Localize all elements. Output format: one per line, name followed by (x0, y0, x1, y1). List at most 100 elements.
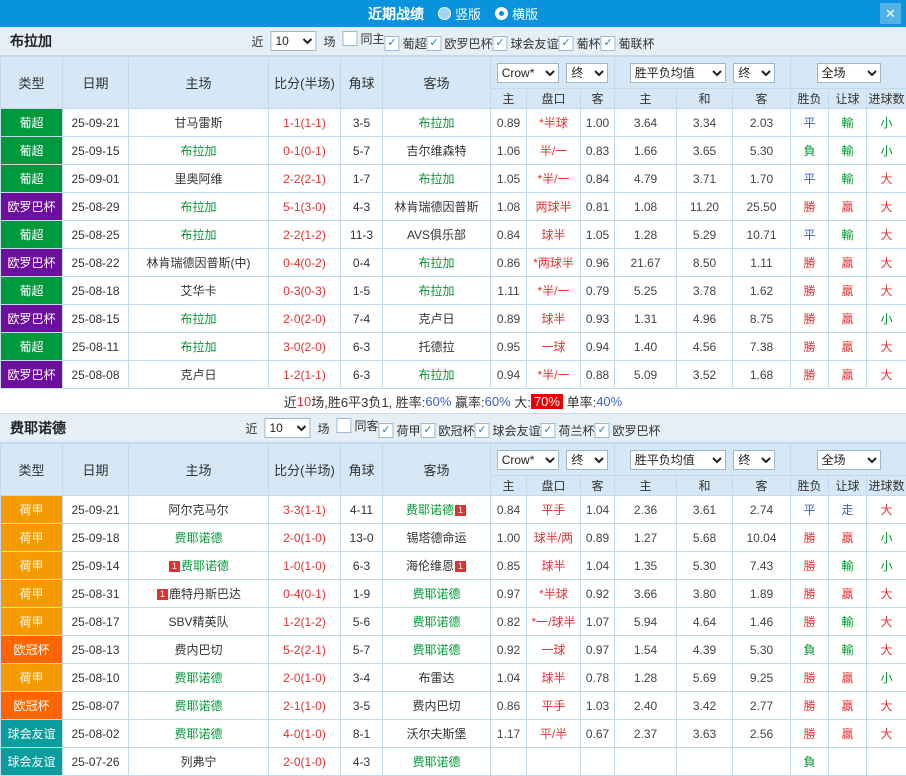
filter-label: 球会友谊 (511, 35, 559, 52)
asian-home-odds: 0.84 (491, 221, 527, 249)
score-cell: 1-1(1-1) (269, 109, 341, 137)
date-cell: 25-07-26 (63, 748, 129, 776)
league-cell: 欧罗巴杯 (1, 193, 63, 221)
wdl-average-select[interactable]: 胜平负均值 (630, 450, 726, 470)
filter-checkbox-葡联杯[interactable]: ✓葡联杯 (601, 35, 655, 52)
recent-count-select[interactable]: 10 (270, 31, 316, 51)
euro-home-odds: 21.67 (615, 249, 677, 277)
euro-draw-odds: 3.52 (677, 361, 733, 389)
team-name-text: 布拉加 (418, 172, 454, 186)
checkbox-icon[interactable]: ✓ (384, 36, 399, 51)
checkbox-icon[interactable]: ✓ (421, 423, 436, 438)
layout-radio-horizontal[interactable]: 横版 (495, 4, 538, 23)
fulltime-scope-select[interactable]: 全场 (817, 450, 881, 470)
sub-col-asian-home: 主 (491, 89, 527, 109)
checkbox-icon[interactable]: ✓ (378, 423, 393, 438)
league-cell: 荷甲 (1, 496, 63, 524)
close-icon[interactable]: ✕ (880, 3, 901, 24)
sub-col-handicap-result: 让球 (829, 476, 867, 496)
summary-part: 胜率: (396, 392, 426, 411)
sub-col-asian-away: 客 (581, 476, 615, 496)
filter-label: 欧罗巴杯 (613, 422, 661, 439)
date-cell: 25-08-31 (63, 580, 129, 608)
asian-home-odds: 0.86 (491, 249, 527, 277)
filter-checkbox-同客[interactable]: 同客 (336, 417, 378, 434)
handicap-result-cell: 贏 (829, 333, 867, 361)
filter-checkbox-同主[interactable]: 同主 (342, 30, 384, 47)
asian-away-odds: 0.96 (581, 249, 615, 277)
team-name-text: AVS俱乐部 (407, 228, 466, 242)
checkbox-icon[interactable]: ✓ (541, 423, 556, 438)
layout-radio-vertical[interactable]: 竖版 (438, 4, 481, 23)
team-cell: 费内巴切 (383, 692, 491, 720)
score-cell: 0-4(0-1) (269, 580, 341, 608)
euro-away-odds: 5.30 (733, 137, 791, 165)
euro-home-odds: 2.36 (615, 496, 677, 524)
corner-cell: 13-0 (341, 524, 383, 552)
final-odds-select[interactable]: 终 (733, 63, 775, 83)
checkbox-icon[interactable]: ✓ (427, 36, 442, 51)
sub-col-handicap-result: 让球 (829, 89, 867, 109)
asian-away-odds: 0.93 (581, 305, 615, 333)
team-cell: 费耶诺德 (129, 524, 269, 552)
filter-checkbox-球会友谊[interactable]: ✓球会友谊 (475, 422, 541, 439)
sub-col-result: 胜负 (791, 89, 829, 109)
filter-checkbox-球会友谊[interactable]: ✓球会友谊 (493, 35, 559, 52)
filter-checkbox-葡杯[interactable]: ✓葡杯 (559, 35, 601, 52)
euro-away-odds: 10.04 (733, 524, 791, 552)
summary-part: 70% (531, 394, 563, 409)
team-cell: 布拉加 (129, 137, 269, 165)
sub-col-euro-home: 主 (615, 476, 677, 496)
checkbox-icon[interactable]: ✓ (601, 36, 616, 51)
handicap-result-cell: 走 (829, 496, 867, 524)
checkbox-icon[interactable]: ✓ (475, 423, 490, 438)
checkbox-icon[interactable] (336, 418, 351, 433)
handicap-cell: 平手 (527, 692, 581, 720)
team-cell: 1费耶诺德 (129, 552, 269, 580)
fulltime-scope-select[interactable]: 全场 (817, 63, 881, 83)
filter-checkbox-欧罗巴杯[interactable]: ✓欧罗巴杯 (595, 422, 661, 439)
euro-away-odds: 1.11 (733, 249, 791, 277)
euro-draw-odds: 4.64 (677, 608, 733, 636)
filter-checkbox-葡超[interactable]: ✓葡超 (384, 35, 426, 52)
final-odds-select[interactable]: 终 (733, 450, 775, 470)
filter-checkbox-荷兰杯[interactable]: ✓荷兰杯 (541, 422, 595, 439)
final-odds-select[interactable]: 终 (566, 450, 608, 470)
team-name-text: 列弗宁 (180, 755, 216, 769)
checkbox-icon[interactable]: ✓ (559, 36, 574, 51)
summary-part: 10 (297, 394, 311, 409)
radio-icon-vertical[interactable] (438, 7, 451, 20)
euro-draw-odds: 5.69 (677, 664, 733, 692)
checkbox-icon[interactable]: ✓ (595, 423, 610, 438)
checkbox-icon[interactable] (342, 31, 357, 46)
filter-checkbox-欧罗巴杯[interactable]: ✓欧罗巴杯 (427, 35, 493, 52)
team-cell: 林肯瑞德因普斯(中) (129, 249, 269, 277)
handicap-result-cell: 輸 (829, 137, 867, 165)
asian-home-odds: 0.97 (491, 580, 527, 608)
team-name-text: 费内巴切 (174, 643, 222, 657)
handicap-cell: *半/一 (527, 361, 581, 389)
recent-count-select[interactable]: 10 (264, 418, 310, 438)
asian-odds-header: Crow* 终 (491, 57, 615, 89)
euro-away-odds: 8.75 (733, 305, 791, 333)
euro-home-odds: 1.35 (615, 552, 677, 580)
team-cell: 甘马雷斯 (129, 109, 269, 137)
filter-label: 同主 (360, 30, 384, 47)
match-row: 欧罗巴杯25-08-08克卢日1-2(1-1)6-3布拉加0.94*半/一0.8… (1, 361, 906, 389)
bookmaker-select[interactable]: Crow* (497, 63, 559, 83)
result-cell: 勝 (791, 524, 829, 552)
bookmaker-select[interactable]: Crow* (497, 450, 559, 470)
score-cell: 2-2(1-2) (269, 221, 341, 249)
final-odds-select[interactable]: 终 (566, 63, 608, 83)
team-cell: 费耶诺德1 (383, 496, 491, 524)
filter-checkbox-荷甲[interactable]: ✓荷甲 (378, 422, 420, 439)
checkbox-icon[interactable]: ✓ (493, 36, 508, 51)
league-cell: 荷甲 (1, 664, 63, 692)
team-name-text: 费耶诺德 (174, 727, 222, 741)
radio-icon-horizontal[interactable] (495, 7, 508, 20)
filter-checkbox-欧冠杯[interactable]: ✓欧冠杯 (421, 422, 475, 439)
sub-col-handicap: 盘口 (527, 476, 581, 496)
handicap-result-cell: 贏 (829, 580, 867, 608)
wdl-average-select[interactable]: 胜平负均值 (630, 63, 726, 83)
result-cell: 平 (791, 165, 829, 193)
